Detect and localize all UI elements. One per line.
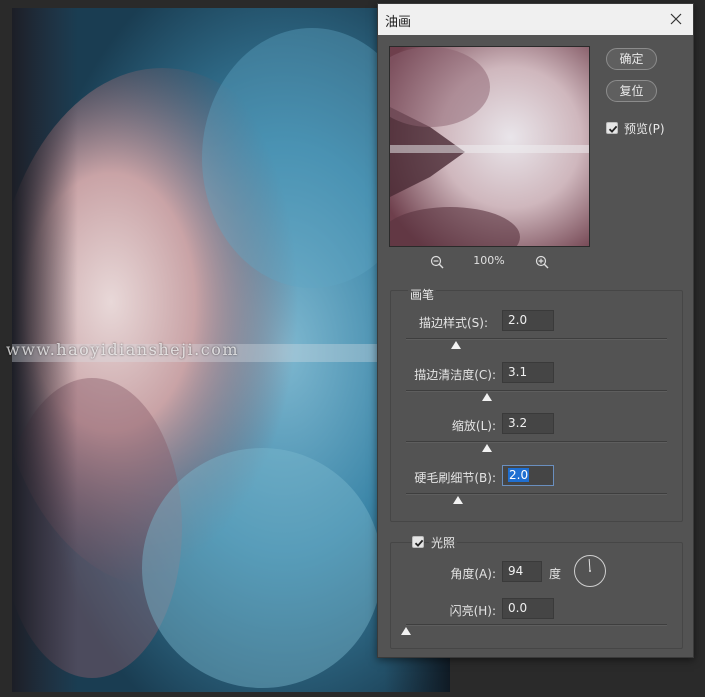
ok-button[interactable]: 确定 — [606, 48, 657, 70]
shine-slider-thumb[interactable] — [401, 627, 411, 635]
dialog-titlebar[interactable]: 油画 — [378, 4, 693, 35]
scale-label: 缩放(L): — [451, 419, 496, 433]
stroke-style-input[interactable]: 2.0 — [502, 310, 554, 331]
zoom-level: 100% — [473, 254, 505, 267]
bristle-detail-label: 硬毛刷细节(B): — [414, 471, 496, 485]
scale-input[interactable]: 3.2 — [502, 413, 554, 434]
bristle-detail-input[interactable]: 2.0 — [502, 465, 554, 486]
stroke-cleanliness-slider-thumb[interactable] — [481, 393, 492, 401]
scale-slider-track[interactable] — [406, 441, 667, 452]
stroke-cleanliness-slider-track[interactable] — [406, 390, 667, 401]
angle-label: 角度(A): — [450, 567, 496, 581]
scale-slider-thumb[interactable] — [481, 444, 492, 452]
stroke-style-slider-thumb[interactable] — [450, 341, 461, 349]
bristle-detail-slider-thumb[interactable] — [453, 496, 464, 504]
lighting-group-title[interactable]: 光照 — [429, 534, 458, 551]
lighting-checkbox[interactable] — [412, 536, 424, 548]
stroke-style-slider-track[interactable] — [406, 338, 667, 349]
filter-preview-image[interactable] — [389, 46, 590, 247]
stroke-cleanliness-input[interactable]: 3.1 — [502, 362, 554, 383]
zoom-out-icon[interactable] — [430, 254, 444, 269]
bristle-detail-selected-text: 2.0 — [508, 468, 530, 482]
dialog-title: 油画 — [385, 15, 412, 30]
zoom-in-icon[interactable] — [535, 254, 549, 269]
lighting-group — [390, 542, 683, 649]
angle-unit-label: 度 — [549, 567, 562, 581]
oil-paint-dialog: 油画 确定 复位 预览(P) 100% 画笔 描边样式(S): 2.0 描边清洁… — [377, 3, 694, 658]
stroke-style-label: 描边样式(S): — [418, 316, 488, 330]
brush-group-title: 画笔 — [408, 286, 437, 303]
close-icon[interactable] — [665, 8, 687, 30]
watermark-text: www.haoyidiansheji.com — [6, 340, 240, 359]
bristle-detail-slider-track[interactable] — [406, 493, 667, 504]
preview-checkbox[interactable] — [606, 122, 618, 134]
reset-button[interactable]: 复位 — [606, 80, 657, 102]
shine-label: 闪亮(H): — [449, 604, 496, 618]
shine-slider-track[interactable] — [401, 624, 667, 635]
angle-dial[interactable] — [573, 554, 607, 588]
preview-label[interactable]: 预览(P) — [624, 120, 665, 137]
angle-input[interactable]: 94 — [502, 561, 542, 582]
shine-input[interactable]: 0.0 — [502, 598, 554, 619]
stroke-cleanliness-label: 描边清洁度(C): — [414, 368, 496, 382]
